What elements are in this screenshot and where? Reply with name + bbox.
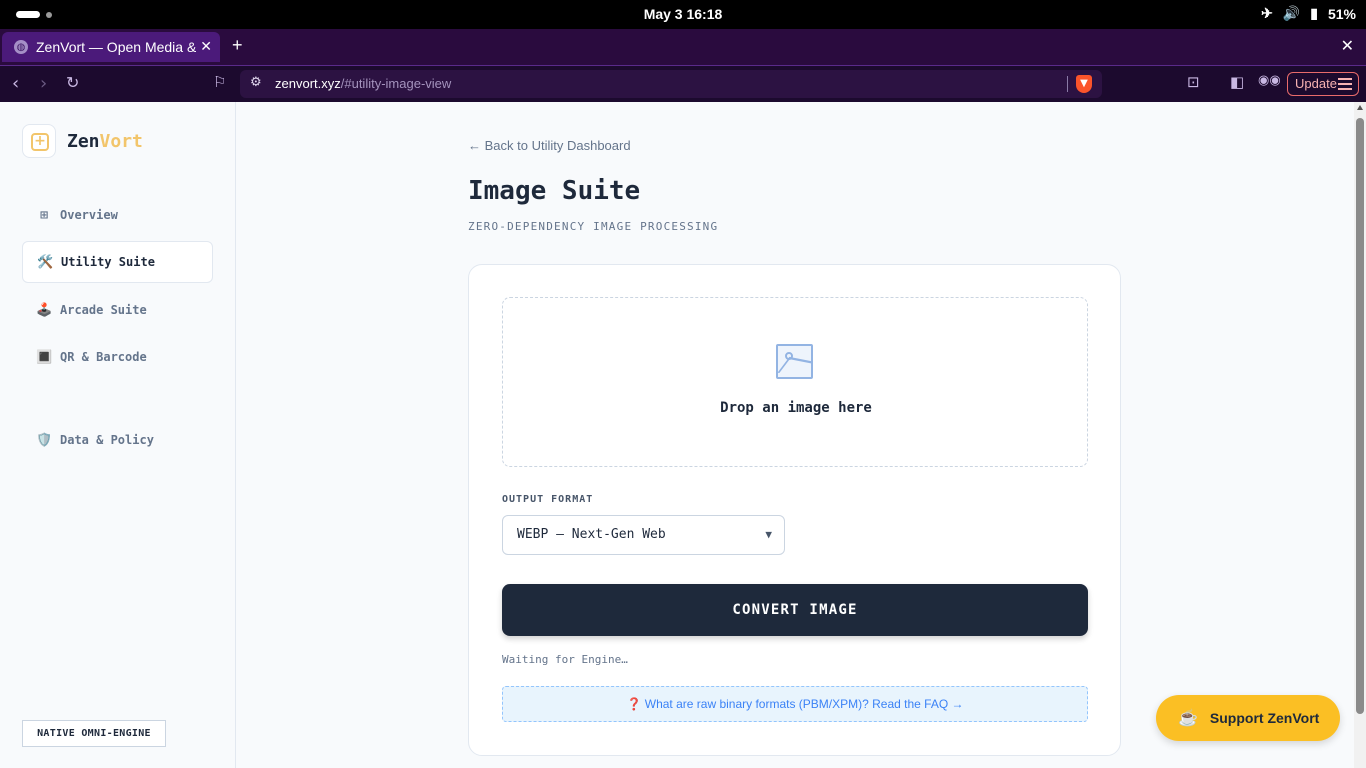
- sidebar-item-qr-barcode[interactable]: 🔳 QR & Barcode: [22, 336, 213, 378]
- output-format-value: WEBP — Next-Gen Web: [517, 527, 666, 542]
- sidebar-item-label: Arcade Suite: [60, 303, 147, 317]
- brand-name[interactable]: ZenVort: [67, 131, 143, 152]
- globe-icon: ◍: [14, 40, 28, 54]
- browser-toolbar: ‹ › ↻ ⚐ ⚙ zenvort.xyz/#utility-image-vie…: [0, 65, 1366, 102]
- back-arrow-icon[interactable]: ‹: [12, 73, 19, 94]
- engine-status-text: Waiting for Engine…: [502, 653, 628, 666]
- browser-tab-bar: ◍ ZenVort — Open Media & Tools ✕ + ✕: [0, 29, 1366, 65]
- forward-arrow-icon[interactable]: ›: [40, 73, 47, 94]
- scroll-up-arrow-icon[interactable]: [1357, 105, 1363, 110]
- sidebar-item-label: Utility Suite: [61, 255, 155, 269]
- url-separator: [1067, 76, 1068, 92]
- output-format-label: OUTPUT FORMAT: [502, 494, 594, 505]
- os-clock[interactable]: May 3 16:18: [0, 6, 1366, 22]
- support-zenvort-button[interactable]: ☕ Support ZenVort: [1156, 695, 1340, 741]
- output-format-select[interactable]: WEBP — Next-Gen Web ▼: [502, 515, 785, 555]
- sidebar-item-data-policy[interactable]: 🛡️ Data & Policy: [22, 419, 213, 461]
- faq-link[interactable]: ❓ What are raw binary formats (PBM/XPM)?…: [502, 686, 1088, 722]
- volume-icon: 🔊: [1282, 5, 1301, 21]
- battery-percent: 51%: [1327, 5, 1356, 22]
- page-content: + ZenVort ⊞ Overview 🛠️ Utility Suite 🕹️…: [0, 102, 1366, 768]
- logo-plus-icon: +: [31, 133, 49, 151]
- question-icon: ❓: [626, 697, 642, 711]
- dropzone-text: Drop an image here: [720, 400, 872, 416]
- engine-badge: NATIVE OMNI-ENGINE: [22, 720, 166, 747]
- convert-image-button[interactable]: CONVERT IMAGE: [502, 584, 1088, 636]
- vpn-icon[interactable]: ◉◉: [1258, 73, 1281, 88]
- browser-tab[interactable]: ◍ ZenVort — Open Media & Tools ✕: [2, 32, 220, 62]
- qr-icon: 🔳: [36, 349, 53, 365]
- url-host: zenvort.xyz: [275, 76, 341, 91]
- joystick-icon: 🕹️: [36, 302, 53, 318]
- sidebar: + ZenVort ⊞ Overview 🛠️ Utility Suite 🕹️…: [0, 102, 236, 768]
- url-path: /#utility-image-view: [340, 76, 452, 91]
- update-label: Update: [1295, 76, 1337, 91]
- brave-shields-icon[interactable]: ▼: [1076, 75, 1092, 93]
- window-close-button[interactable]: ✕: [1341, 36, 1354, 56]
- bookmark-icon[interactable]: ⚐: [213, 73, 226, 91]
- tools-icon: 🛠️: [37, 254, 54, 270]
- image-icon: [776, 344, 813, 379]
- reload-icon[interactable]: ↻: [66, 73, 79, 92]
- image-converter-card: Drop an image here OUTPUT FORMAT WEBP — …: [468, 264, 1121, 756]
- sidebar-item-label: QR & Barcode: [60, 350, 147, 364]
- sidebar-item-overview[interactable]: ⊞ Overview: [22, 194, 213, 236]
- url-text[interactable]: zenvort.xyz/#utility-image-view: [275, 76, 451, 91]
- sidebar-item-label: Data & Policy: [60, 433, 154, 447]
- screenshot-icon[interactable]: ⊡: [1187, 73, 1200, 91]
- grid-icon: ⊞: [40, 207, 48, 223]
- site-settings-icon[interactable]: ⚙: [250, 75, 262, 90]
- sidebar-item-label: Overview: [60, 208, 118, 222]
- brand-zen: Zen: [67, 131, 100, 152]
- menu-icon: [1338, 78, 1352, 90]
- support-button-label: Support ZenVort: [1209, 710, 1320, 726]
- dropdown-caret-icon: ▼: [765, 528, 772, 541]
- new-tab-button[interactable]: +: [232, 35, 243, 56]
- address-bar[interactable]: ⚙ zenvort.xyz/#utility-image-view ▼: [240, 70, 1102, 98]
- image-icon-mountain: [777, 356, 813, 378]
- airplane-mode-icon: ✈: [1261, 5, 1273, 21]
- page-title: Image Suite: [468, 176, 641, 206]
- back-to-dashboard-link[interactable]: ← Back to Utility Dashboard: [468, 138, 631, 153]
- sidebar-toggle-icon[interactable]: ◧: [1230, 73, 1244, 91]
- sidebar-item-arcade-suite[interactable]: 🕹️ Arcade Suite: [22, 289, 213, 331]
- coffee-cup-icon: ☕: [1178, 710, 1198, 727]
- faq-link-text: What are raw binary formats (PBM/XPM)? R…: [644, 697, 964, 711]
- tab-title: ZenVort — Open Media & Tools: [36, 39, 196, 55]
- brand-vort: Vort: [99, 131, 143, 152]
- scrollbar-thumb[interactable]: [1356, 118, 1364, 714]
- sidebar-item-utility-suite[interactable]: 🛠️ Utility Suite: [22, 241, 213, 283]
- image-dropzone[interactable]: Drop an image here: [502, 297, 1088, 467]
- scrollbar[interactable]: [1354, 102, 1366, 768]
- page-subtitle: ZERO-DEPENDENCY IMAGE PROCESSING: [468, 220, 719, 233]
- logo[interactable]: +: [22, 124, 56, 158]
- os-status-area[interactable]: ✈ 🔊 ▮ 51%: [1261, 5, 1356, 22]
- shield-icon: 🛡️: [36, 432, 53, 448]
- battery-icon: ▮: [1310, 5, 1318, 21]
- tab-close-icon[interactable]: ✕: [200, 38, 212, 55]
- update-button[interactable]: Update: [1287, 72, 1359, 96]
- os-top-bar: May 3 16:18 ✈ 🔊 ▮ 51%: [0, 0, 1366, 29]
